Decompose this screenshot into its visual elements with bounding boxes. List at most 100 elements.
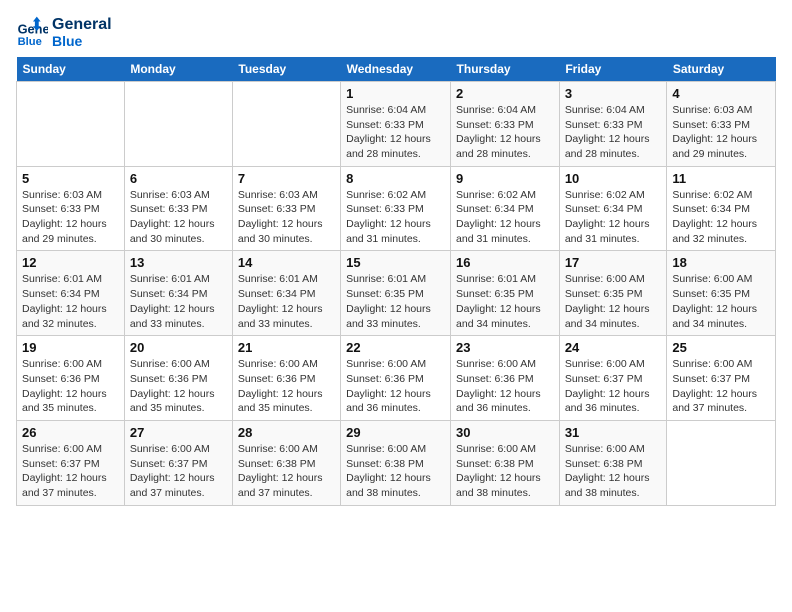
day-info: Sunrise: 6:01 AM Sunset: 6:35 PM Dayligh… [346,272,445,331]
day-number: 9 [456,171,554,186]
day-number: 13 [130,255,227,270]
logo: General Blue General Blue [16,16,112,49]
day-number: 11 [672,171,770,186]
day-cell: 14 Sunrise: 6:01 AM Sunset: 6:34 PM Dayli… [232,251,340,336]
weekday-header-thursday: Thursday [451,57,560,82]
weekday-header-wednesday: Wednesday [341,57,451,82]
day-info: Sunrise: 6:00 AM Sunset: 6:37 PM Dayligh… [672,357,770,416]
day-info: Sunrise: 6:00 AM Sunset: 6:37 PM Dayligh… [565,357,662,416]
day-info: Sunrise: 6:02 AM Sunset: 6:33 PM Dayligh… [346,188,445,247]
weekday-header-row: SundayMondayTuesdayWednesdayThursdayFrid… [17,57,776,82]
day-info: Sunrise: 6:03 AM Sunset: 6:33 PM Dayligh… [672,103,770,162]
day-number: 28 [238,425,335,440]
logo-general: General [52,16,112,34]
day-number: 6 [130,171,227,186]
day-cell: 20 Sunrise: 6:00 AM Sunset: 6:36 PM Dayli… [124,336,232,421]
day-info: Sunrise: 6:02 AM Sunset: 6:34 PM Dayligh… [565,188,662,247]
day-number: 31 [565,425,662,440]
day-cell: 18 Sunrise: 6:00 AM Sunset: 6:35 PM Dayli… [667,251,776,336]
day-info: Sunrise: 6:01 AM Sunset: 6:34 PM Dayligh… [130,272,227,331]
day-number: 7 [238,171,335,186]
day-number: 25 [672,340,770,355]
day-info: Sunrise: 6:01 AM Sunset: 6:34 PM Dayligh… [238,272,335,331]
day-cell: 21 Sunrise: 6:00 AM Sunset: 6:36 PM Dayli… [232,336,340,421]
day-number: 16 [456,255,554,270]
day-cell: 31 Sunrise: 6:00 AM Sunset: 6:38 PM Dayli… [559,420,667,505]
weekday-header-saturday: Saturday [667,57,776,82]
day-info: Sunrise: 6:02 AM Sunset: 6:34 PM Dayligh… [672,188,770,247]
day-cell: 10 Sunrise: 6:02 AM Sunset: 6:34 PM Dayli… [559,166,667,251]
day-cell: 26Sunrise: 6:00 AM Sunset: 6:37 PM Dayli… [17,420,125,505]
day-cell: 7 Sunrise: 6:03 AM Sunset: 6:33 PM Daylig… [232,166,340,251]
day-number: 22 [346,340,445,355]
day-number: 8 [346,171,445,186]
day-info: Sunrise: 6:00 AM Sunset: 6:36 PM Dayligh… [22,357,119,416]
week-row-1: 1Sunrise: 6:04 AM Sunset: 6:33 PM Daylig… [17,81,776,166]
day-cell: 15 Sunrise: 6:01 AM Sunset: 6:35 PM Dayli… [341,251,451,336]
day-cell [124,81,232,166]
day-cell: 12 Sunrise: 6:01 AM Sunset: 6:34 PM Dayli… [17,251,125,336]
day-info: Sunrise: 6:01 AM Sunset: 6:35 PM Dayligh… [456,272,554,331]
day-number: 30 [456,425,554,440]
day-cell: 17Sunrise: 6:00 AM Sunset: 6:35 PM Dayli… [559,251,667,336]
day-cell: 1Sunrise: 6:04 AM Sunset: 6:33 PM Daylig… [341,81,451,166]
day-number: 15 [346,255,445,270]
day-cell: 9 Sunrise: 6:02 AM Sunset: 6:34 PM Daylig… [451,166,560,251]
day-info: Sunrise: 6:00 AM Sunset: 6:38 PM Dayligh… [565,442,662,501]
day-cell: 27 Sunrise: 6:00 AM Sunset: 6:37 PM Dayli… [124,420,232,505]
svg-text:Blue: Blue [18,36,42,48]
day-number: 10 [565,171,662,186]
day-cell: 28 Sunrise: 6:00 AM Sunset: 6:38 PM Dayli… [232,420,340,505]
day-info: Sunrise: 6:00 AM Sunset: 6:37 PM Dayligh… [130,442,227,501]
calendar-table: SundayMondayTuesdayWednesdayThursdayFrid… [16,57,776,506]
day-info: Sunrise: 6:00 AM Sunset: 6:36 PM Dayligh… [238,357,335,416]
day-number: 18 [672,255,770,270]
weekday-header-friday: Friday [559,57,667,82]
week-row-4: 19 Sunrise: 6:00 AM Sunset: 6:36 PM Dayli… [17,336,776,421]
day-number: 26 [22,425,119,440]
day-number: 29 [346,425,445,440]
day-cell [232,81,340,166]
day-number: 2 [456,86,554,101]
logo-icon: General Blue [16,16,48,48]
day-number: 14 [238,255,335,270]
week-row-2: 5 Sunrise: 6:03 AM Sunset: 6:33 PM Daylig… [17,166,776,251]
day-number: 20 [130,340,227,355]
day-cell: 22 Sunrise: 6:00 AM Sunset: 6:36 PM Dayli… [341,336,451,421]
day-number: 19 [22,340,119,355]
day-cell: 8 Sunrise: 6:02 AM Sunset: 6:33 PM Daylig… [341,166,451,251]
day-number: 27 [130,425,227,440]
day-number: 21 [238,340,335,355]
week-row-3: 12 Sunrise: 6:01 AM Sunset: 6:34 PM Dayli… [17,251,776,336]
day-info: Sunrise: 6:03 AM Sunset: 6:33 PM Dayligh… [238,188,335,247]
day-info: Sunrise: 6:00 AM Sunset: 6:35 PM Dayligh… [565,272,662,331]
day-info: Sunrise: 6:03 AM Sunset: 6:33 PM Dayligh… [130,188,227,247]
day-info: Sunrise: 6:01 AM Sunset: 6:34 PM Dayligh… [22,272,119,331]
day-info: Sunrise: 6:04 AM Sunset: 6:33 PM Dayligh… [456,103,554,162]
day-info: Sunrise: 6:02 AM Sunset: 6:34 PM Dayligh… [456,188,554,247]
day-cell: 19 Sunrise: 6:00 AM Sunset: 6:36 PM Dayli… [17,336,125,421]
weekday-header-monday: Monday [124,57,232,82]
day-cell: 2 Sunrise: 6:04 AM Sunset: 6:33 PM Daylig… [451,81,560,166]
day-cell: 29Sunrise: 6:00 AM Sunset: 6:38 PM Dayli… [341,420,451,505]
day-info: Sunrise: 6:00 AM Sunset: 6:38 PM Dayligh… [238,442,335,501]
day-cell: 16 Sunrise: 6:01 AM Sunset: 6:35 PM Dayli… [451,251,560,336]
svg-text:General: General [18,22,48,37]
day-cell [17,81,125,166]
day-info: Sunrise: 6:00 AM Sunset: 6:36 PM Dayligh… [346,357,445,416]
day-number: 4 [672,86,770,101]
day-info: Sunrise: 6:00 AM Sunset: 6:36 PM Dayligh… [130,357,227,416]
day-number: 5 [22,171,119,186]
day-cell: 25 Sunrise: 6:00 AM Sunset: 6:37 PM Dayli… [667,336,776,421]
day-cell: 13 Sunrise: 6:01 AM Sunset: 6:34 PM Dayli… [124,251,232,336]
day-info: Sunrise: 6:00 AM Sunset: 6:35 PM Dayligh… [672,272,770,331]
day-cell: 23Sunrise: 6:00 AM Sunset: 6:36 PM Dayli… [451,336,560,421]
day-number: 12 [22,255,119,270]
weekday-header-tuesday: Tuesday [232,57,340,82]
day-cell: 11 Sunrise: 6:02 AM Sunset: 6:34 PM Dayli… [667,166,776,251]
day-cell: 3Sunrise: 6:04 AM Sunset: 6:33 PM Daylig… [559,81,667,166]
day-cell: 24Sunrise: 6:00 AM Sunset: 6:37 PM Dayli… [559,336,667,421]
day-cell: 6 Sunrise: 6:03 AM Sunset: 6:33 PM Daylig… [124,166,232,251]
logo-blue: Blue [52,34,112,49]
day-cell: 30Sunrise: 6:00 AM Sunset: 6:38 PM Dayli… [451,420,560,505]
